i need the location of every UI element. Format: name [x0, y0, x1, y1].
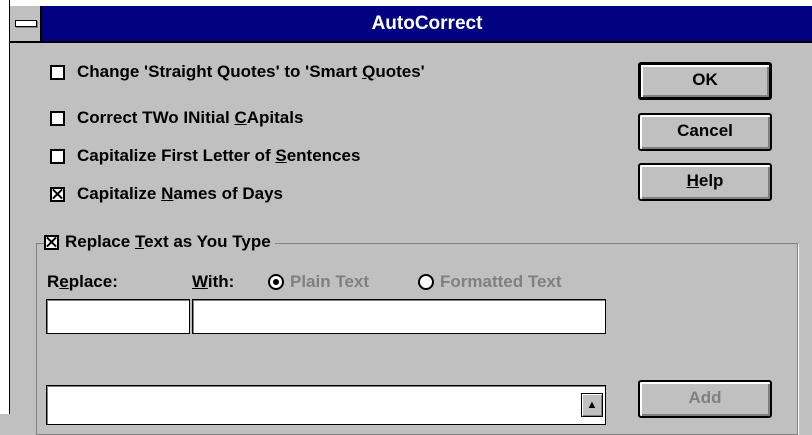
scroll-up-icon[interactable]: ▲: [581, 393, 603, 417]
radio-plain-text-label: Plain Text: [290, 272, 370, 291]
checkbox-correct-two-initial-capitals-label: Correct TWo INitial CApitals: [77, 108, 304, 127]
checkbox-capitalize-first-letter-box[interactable]: [50, 148, 65, 164]
help-button[interactable]: Help: [638, 163, 772, 201]
replace-input[interactable]: [46, 299, 190, 334]
radio-plain-text-dot[interactable]: [268, 274, 284, 290]
checkbox-smart-quotes-box[interactable]: [50, 64, 65, 80]
ok-button[interactable]: OK: [638, 62, 772, 100]
radio-formatted-text[interactable]: Formatted Text: [418, 272, 562, 292]
radio-plain-text[interactable]: Plain Text: [268, 272, 369, 292]
checkbox-capitalize-names-of-days[interactable]: Capitalize Names of Days: [50, 184, 283, 204]
with-label: With:: [192, 272, 235, 291]
checkbox-smart-quotes-label: Change 'Straight Quotes' to 'Smart Quote…: [77, 62, 425, 81]
replacement-list[interactable]: ▲: [46, 385, 606, 425]
radio-formatted-text-label: Formatted Text: [440, 272, 562, 291]
checkbox-capitalize-names-of-days-box[interactable]: [50, 186, 65, 202]
checkbox-replace-text-as-you-type[interactable]: Replace Text as You Type: [44, 232, 275, 252]
window-title: AutoCorrect: [371, 13, 483, 34]
checkbox-capitalize-names-of-days-label: Capitalize Names of Days: [77, 184, 283, 203]
checkbox-replace-text-as-you-type-box[interactable]: [44, 234, 59, 250]
checkbox-capitalize-first-letter[interactable]: Capitalize First Letter of Sentences: [50, 146, 360, 166]
checkbox-capitalize-first-letter-label: Capitalize First Letter of Sentences: [77, 146, 361, 165]
checkbox-smart-quotes[interactable]: Change 'Straight Quotes' to 'Smart Quote…: [50, 62, 425, 82]
system-menu-button[interactable]: [10, 6, 42, 41]
checkbox-replace-text-as-you-type-label: Replace Text as You Type: [65, 232, 271, 251]
system-menu-icon: [15, 20, 37, 27]
replace-label: Replace:: [47, 272, 118, 291]
checkbox-correct-two-initial-capitals-box[interactable]: [50, 110, 65, 126]
add-button[interactable]: Add: [638, 380, 772, 418]
checkbox-correct-two-initial-capitals[interactable]: Correct TWo INitial CApitals: [50, 108, 303, 128]
title-bar[interactable]: AutoCorrect: [10, 6, 812, 43]
with-input[interactable]: [192, 299, 606, 334]
radio-formatted-text-dot[interactable]: [418, 274, 434, 290]
window-frame-left: [0, 0, 10, 414]
cancel-button[interactable]: Cancel: [638, 113, 772, 151]
